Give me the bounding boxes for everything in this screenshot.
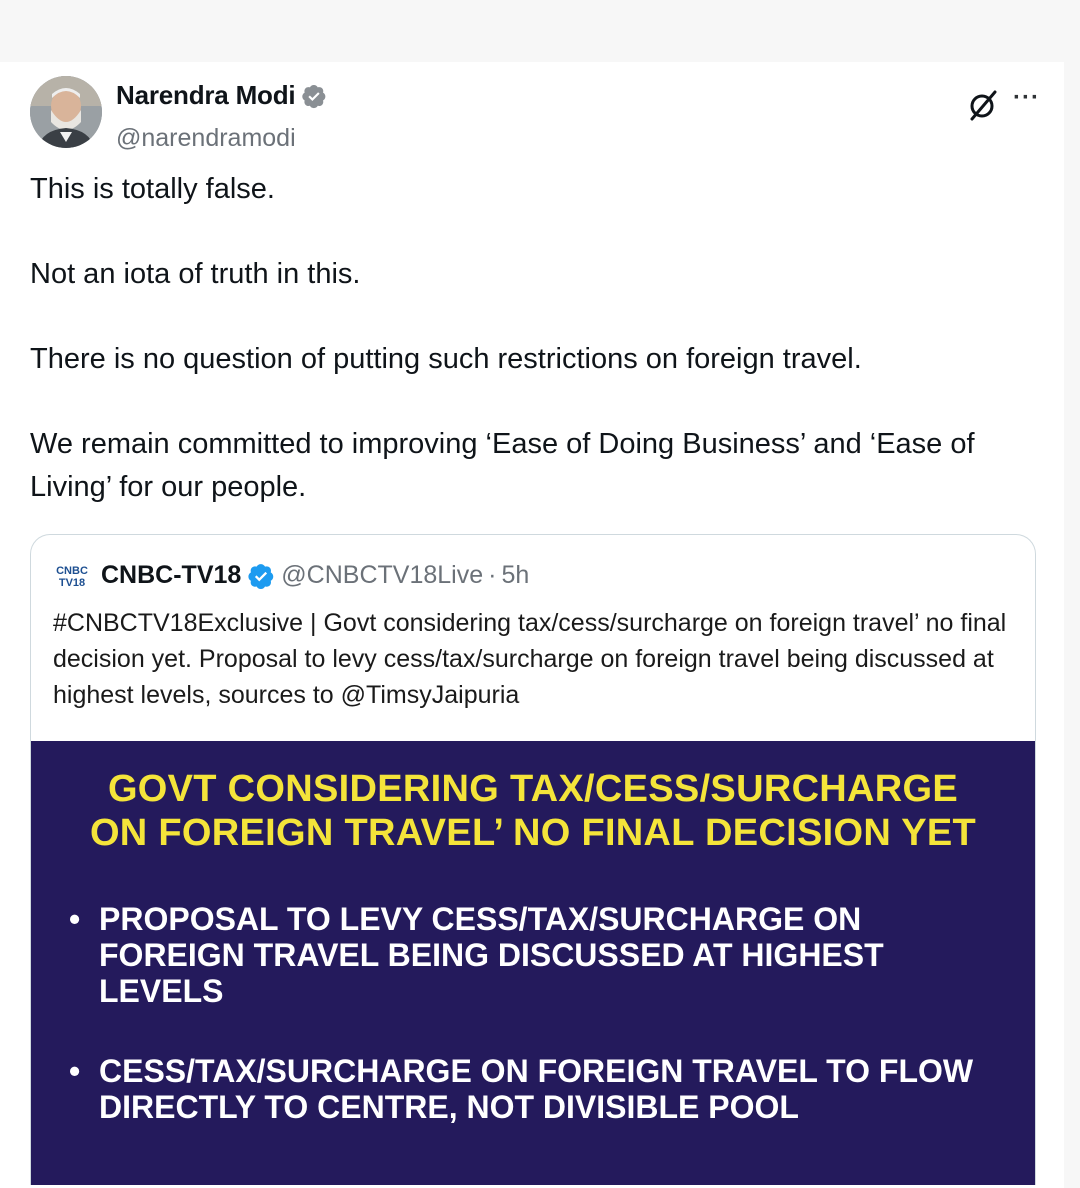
news-bullet-text: CESS/TAX/SURCHARGE ON FOREIGN TRAVEL TO … [99, 1053, 974, 1125]
verified-badge-icon [248, 563, 274, 589]
more-options-icon[interactable]: ··· [1013, 86, 1040, 110]
tweet-card: Narendra Modi @narendramodi ··· This is … [0, 62, 1064, 1188]
news-bullet: • CESS/TAX/SURCHARGE ON FOREIGN TRAVEL T… [69, 1053, 1009, 1125]
quoted-tweet[interactable]: CNBC TV18 CNBC-TV18 @CNBCTV18Live · 5h #… [30, 534, 1036, 1185]
verified-badge-icon [302, 84, 326, 108]
svg-text:TV18: TV18 [59, 577, 85, 589]
news-headline-line: ON FOREIGN TRAVEL’ NO FINAL DECISION YET [89, 812, 977, 854]
news-bullet-text: PROPOSAL TO LEVY CESS/TAX/SURCHARGE ON F… [99, 901, 884, 1009]
tweet-paragraph: Not an iota of truth in this. [30, 258, 361, 290]
bullet-mark: • [69, 1053, 81, 1089]
news-bullet: • PROPOSAL TO LEVY CESS/TAX/SURCHARGE ON… [69, 901, 1009, 1009]
grok-icon[interactable] [966, 88, 1000, 122]
author-name[interactable]: Narendra Modi [116, 80, 296, 111]
author-handle[interactable]: @narendramodi [116, 124, 296, 153]
tweet-header: Narendra Modi @narendramodi ··· [30, 76, 1040, 156]
quoted-author-name[interactable]: CNBC-TV18 [101, 561, 241, 590]
quoted-tweet-header: CNBC TV18 CNBC-TV18 @CNBCTV18Live · 5h [53, 561, 529, 590]
avatar[interactable] [30, 76, 102, 148]
tweet-paragraph: We remain committed to improving ‘Ease o… [30, 428, 975, 503]
news-headline: GOVT CONSIDERING TAX/CESS/SURCHARGE ON F… [31, 767, 1035, 855]
author-row: Narendra Modi [116, 80, 327, 111]
quoted-author-handle[interactable]: @CNBCTV18Live [281, 561, 483, 590]
tweet-paragraph: There is no question of putting such res… [30, 343, 862, 375]
quoted-tweet-text: #CNBCTV18Exclusive | Govt considering ta… [53, 609, 1007, 709]
cnbc-tv18-logo: CNBC TV18 [56, 565, 88, 589]
bullet-mark: • [69, 901, 81, 937]
separator-dot: · [488, 561, 497, 589]
news-graphic-image[interactable]: GOVT CONSIDERING TAX/CESS/SURCHARGE ON F… [31, 741, 1035, 1185]
tweet-text: This is totally false. Not an iota of tr… [30, 168, 1050, 551]
svg-text:CNBC: CNBC [56, 565, 88, 577]
news-headline-line: GOVT CONSIDERING TAX/CESS/SURCHARGE [107, 768, 959, 810]
tweet-paragraph: This is totally false. [30, 173, 275, 205]
quoted-timestamp[interactable]: 5h [501, 561, 529, 590]
